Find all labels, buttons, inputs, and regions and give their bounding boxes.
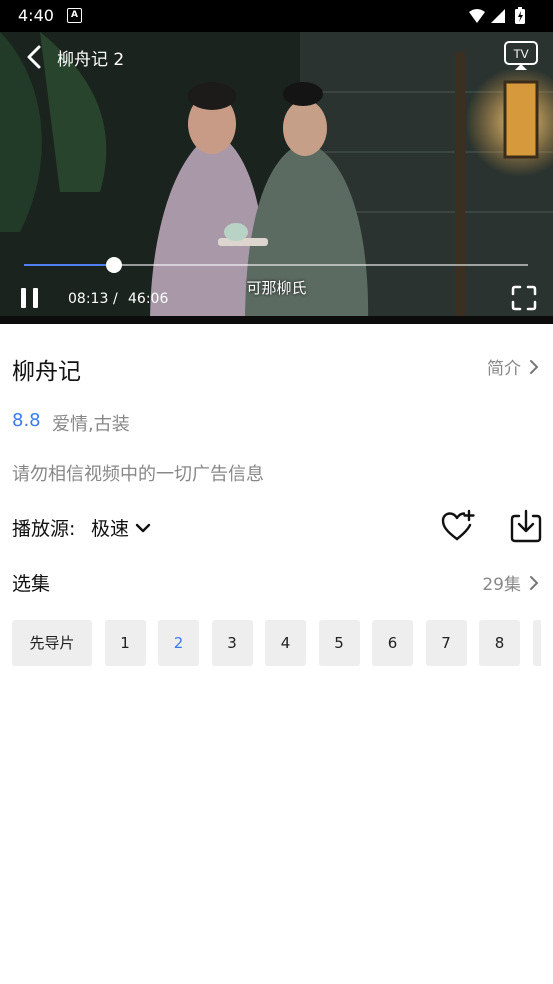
status-time: 4:40 xyxy=(18,6,54,25)
download-icon[interactable] xyxy=(509,508,543,544)
progress-fill xyxy=(24,264,114,266)
episode-item[interactable]: 7 xyxy=(425,620,467,666)
episode-item[interactable]: 9 xyxy=(532,620,541,666)
tv-label: TV xyxy=(513,47,528,61)
episode-item[interactable]: 5 xyxy=(318,620,360,666)
video-title: 柳舟记 2 xyxy=(57,50,125,70)
episode-list[interactable]: 先导片 123456789 xyxy=(12,620,541,666)
intro-link[interactable]: 简介 xyxy=(487,354,539,379)
episodes-count-link[interactable]: 29集 xyxy=(482,570,539,595)
episode-item[interactable]: 6 xyxy=(372,620,413,666)
wifi-icon xyxy=(469,9,485,23)
genres: 爱情,古装 xyxy=(52,414,130,435)
favorite-add-icon[interactable] xyxy=(440,508,476,544)
source-selector[interactable]: 极速 xyxy=(91,514,151,541)
battery-icon xyxy=(515,7,525,24)
ad-notice: 请勿相信视频中的一切广告信息 xyxy=(12,464,264,485)
episode-item[interactable]: 先导片 xyxy=(12,620,92,666)
time-separator: / xyxy=(113,291,118,307)
pause-icon[interactable] xyxy=(18,286,42,310)
tv-cast-icon[interactable]: TV xyxy=(503,40,539,72)
back-icon[interactable] xyxy=(20,42,50,72)
episode-item[interactable]: 2 xyxy=(158,620,199,666)
episodes-count: 29集 xyxy=(482,575,521,595)
episode-item[interactable]: 1 xyxy=(104,620,146,666)
fullscreen-icon[interactable] xyxy=(511,285,537,311)
source-value: 极速 xyxy=(91,518,130,540)
chevron-down-icon xyxy=(135,523,151,532)
progress-thumb[interactable] xyxy=(106,257,122,273)
status-bar: 4:40 A xyxy=(0,0,553,32)
episodes-title: 选集 xyxy=(12,573,51,595)
episode-item[interactable]: 8 xyxy=(479,620,520,666)
episode-item[interactable]: 3 xyxy=(211,620,253,666)
rating: 8.8 xyxy=(12,410,41,431)
progress-bar[interactable] xyxy=(24,257,528,273)
intro-label: 简介 xyxy=(487,359,521,379)
notification-icon: A xyxy=(67,8,82,23)
total-time: 46:06 xyxy=(128,291,169,307)
current-time: 08:13 xyxy=(68,291,109,307)
show-title: 柳舟记 xyxy=(12,359,81,385)
chevron-right-icon xyxy=(530,575,539,590)
episode-item[interactable]: 4 xyxy=(265,620,306,666)
status-icons xyxy=(469,7,525,24)
video-player[interactable]: 柳舟记 2 TV 可那柳氏 08:13 / 46:06 xyxy=(0,32,553,324)
signal-icon xyxy=(491,9,505,23)
source-label: 播放源: xyxy=(12,518,76,540)
chevron-right-icon xyxy=(530,359,539,374)
